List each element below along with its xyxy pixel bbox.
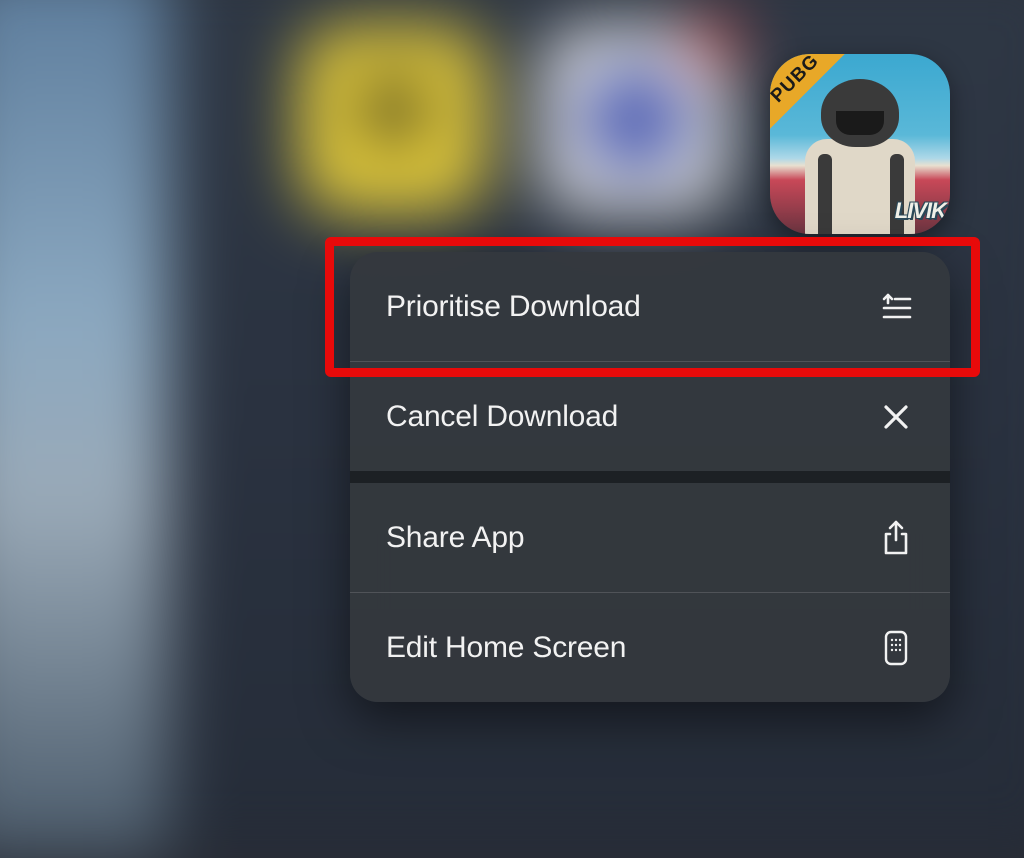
close-icon: [878, 399, 914, 435]
app-icon-pubg[interactable]: PUBG LIVIK: [770, 54, 950, 234]
blurred-app-icon: [543, 27, 728, 212]
menu-item-edit-home-screen[interactable]: Edit Home Screen: [350, 593, 950, 702]
menu-item-label: Edit Home Screen: [386, 631, 626, 665]
menu-item-prioritise-download[interactable]: Prioritise Download: [350, 252, 950, 361]
context-menu: Prioritise Download Cancel Download Shar…: [350, 252, 950, 702]
phone-grid-icon: [878, 630, 914, 666]
prioritise-icon: [878, 289, 914, 325]
menu-item-share-app[interactable]: Share App: [350, 483, 950, 592]
menu-item-label: Share App: [386, 521, 524, 555]
notification-badge: [690, 16, 738, 64]
app-icon-ribbon-text: PUBG: [770, 54, 824, 108]
menu-item-cancel-download[interactable]: Cancel Download: [350, 362, 950, 471]
app-icon-ribbon: PUBG: [770, 54, 848, 132]
menu-section-separator: [350, 471, 950, 483]
share-icon: [878, 520, 914, 556]
menu-item-label: Prioritise Download: [386, 290, 641, 324]
app-icon-subtitle: LIVIK: [895, 198, 946, 224]
blurred-app-icon: [301, 27, 486, 212]
menu-item-label: Cancel Download: [386, 400, 618, 434]
